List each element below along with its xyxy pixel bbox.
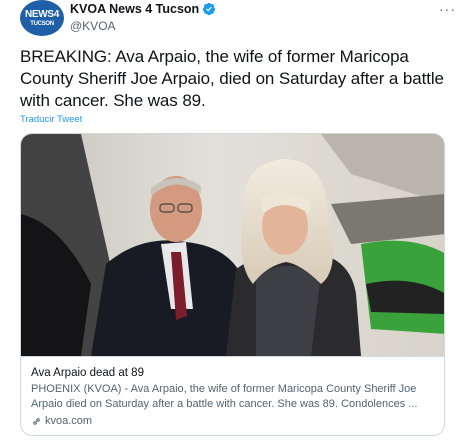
avatar[interactable]: NEWS4 TUCSON xyxy=(20,0,64,36)
handle[interactable]: @KVOA xyxy=(70,19,116,33)
link-icon xyxy=(33,417,40,425)
display-name[interactable]: KVOA News 4 Tucson xyxy=(70,2,199,16)
card-description: PHOENIX (KVOA) - Ava Arpaio, the wife of… xyxy=(31,383,418,410)
card-photo xyxy=(21,134,444,356)
verified-badge-icon xyxy=(203,2,216,16)
link-card[interactable]: Ava Arpaio dead at 89 PHOENIX (KVOA) - A… xyxy=(20,133,445,436)
card-title: Ava Arpaio dead at 89 xyxy=(31,367,144,379)
tweet-text: BREAKING: Ava Arpaio, the wife of former… xyxy=(20,47,444,110)
tweet: NEWS4 TUCSON KVOA News 4 Tucson @KVOA ··… xyxy=(0,0,472,448)
author-name-row: KVOA News 4 Tucson xyxy=(70,2,216,16)
card-domain: kvoa.com xyxy=(31,415,436,427)
more-icon[interactable]: ··· xyxy=(439,1,456,17)
translate-tweet-link[interactable]: Traducir Tweet xyxy=(20,114,82,125)
card-domain-text: kvoa.com xyxy=(45,415,93,427)
card-info: Ava Arpaio dead at 89 PHOENIX (KVOA) - A… xyxy=(21,356,444,435)
avatar-logo: NEWS4 TUCSON xyxy=(24,8,60,27)
